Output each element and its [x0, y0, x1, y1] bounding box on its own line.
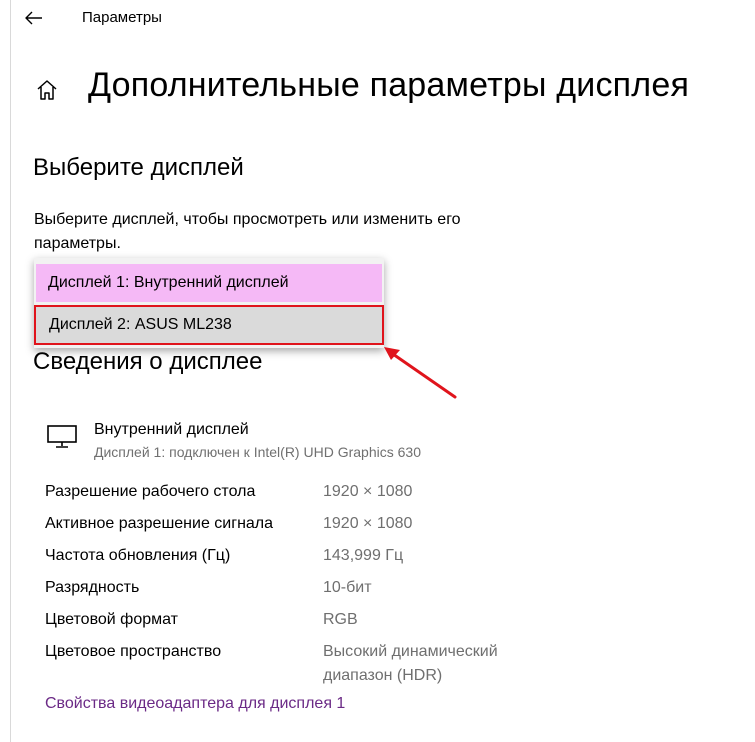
- property-value: 10-бит: [323, 579, 372, 596]
- page-title: Дополнительные параметры дисплея: [88, 66, 690, 104]
- property-value: 143,999 Гц: [323, 547, 404, 564]
- display-connection: Дисплей 1: подключен к Intel(R) UHD Grap…: [94, 444, 421, 460]
- dropdown-option-display-1[interactable]: Дисплей 1: Внутренний дисплей: [36, 264, 382, 302]
- home-icon[interactable]: [35, 78, 59, 102]
- app-title: Параметры: [82, 9, 162, 26]
- select-display-description: Выберите дисплей, чтобы просмотреть или …: [34, 211, 461, 252]
- display-dropdown-list[interactable]: Дисплей 1: Внутренний дисплей Дисплей 2:…: [34, 258, 384, 348]
- property-label: Цветовой формат: [45, 611, 179, 628]
- property-label: Разрешение рабочего стола: [45, 483, 256, 500]
- property-value: 1920 × 1080: [323, 483, 413, 500]
- back-button[interactable]: [22, 6, 46, 30]
- display-name: Внутренний дисплей: [94, 421, 249, 438]
- back-arrow-icon: [25, 11, 42, 25]
- property-value: RGB: [323, 611, 358, 628]
- window-left-edge: [0, 0, 11, 742]
- property-label: Активное разрешение сигнала: [45, 515, 274, 532]
- select-display-heading: Выберите дисплей: [33, 154, 244, 181]
- adapter-properties-link[interactable]: Свойства видеоадаптера для дисплея 1: [45, 695, 345, 713]
- dropdown-option-display-2[interactable]: Дисплей 2: ASUS ML238: [34, 305, 384, 345]
- annotation-arrow-icon: [384, 347, 457, 399]
- property-label: Разрядность: [45, 579, 140, 596]
- property-label: Частота обновления (Гц): [45, 547, 231, 564]
- monitor-icon: [47, 425, 77, 448]
- property-value: Высокий динамический диапазон (HDR): [323, 643, 498, 684]
- property-value: 1920 × 1080: [323, 515, 413, 532]
- display-info-heading: Сведения о дисплее: [33, 348, 263, 375]
- property-label: Цветовое пространство: [45, 643, 222, 660]
